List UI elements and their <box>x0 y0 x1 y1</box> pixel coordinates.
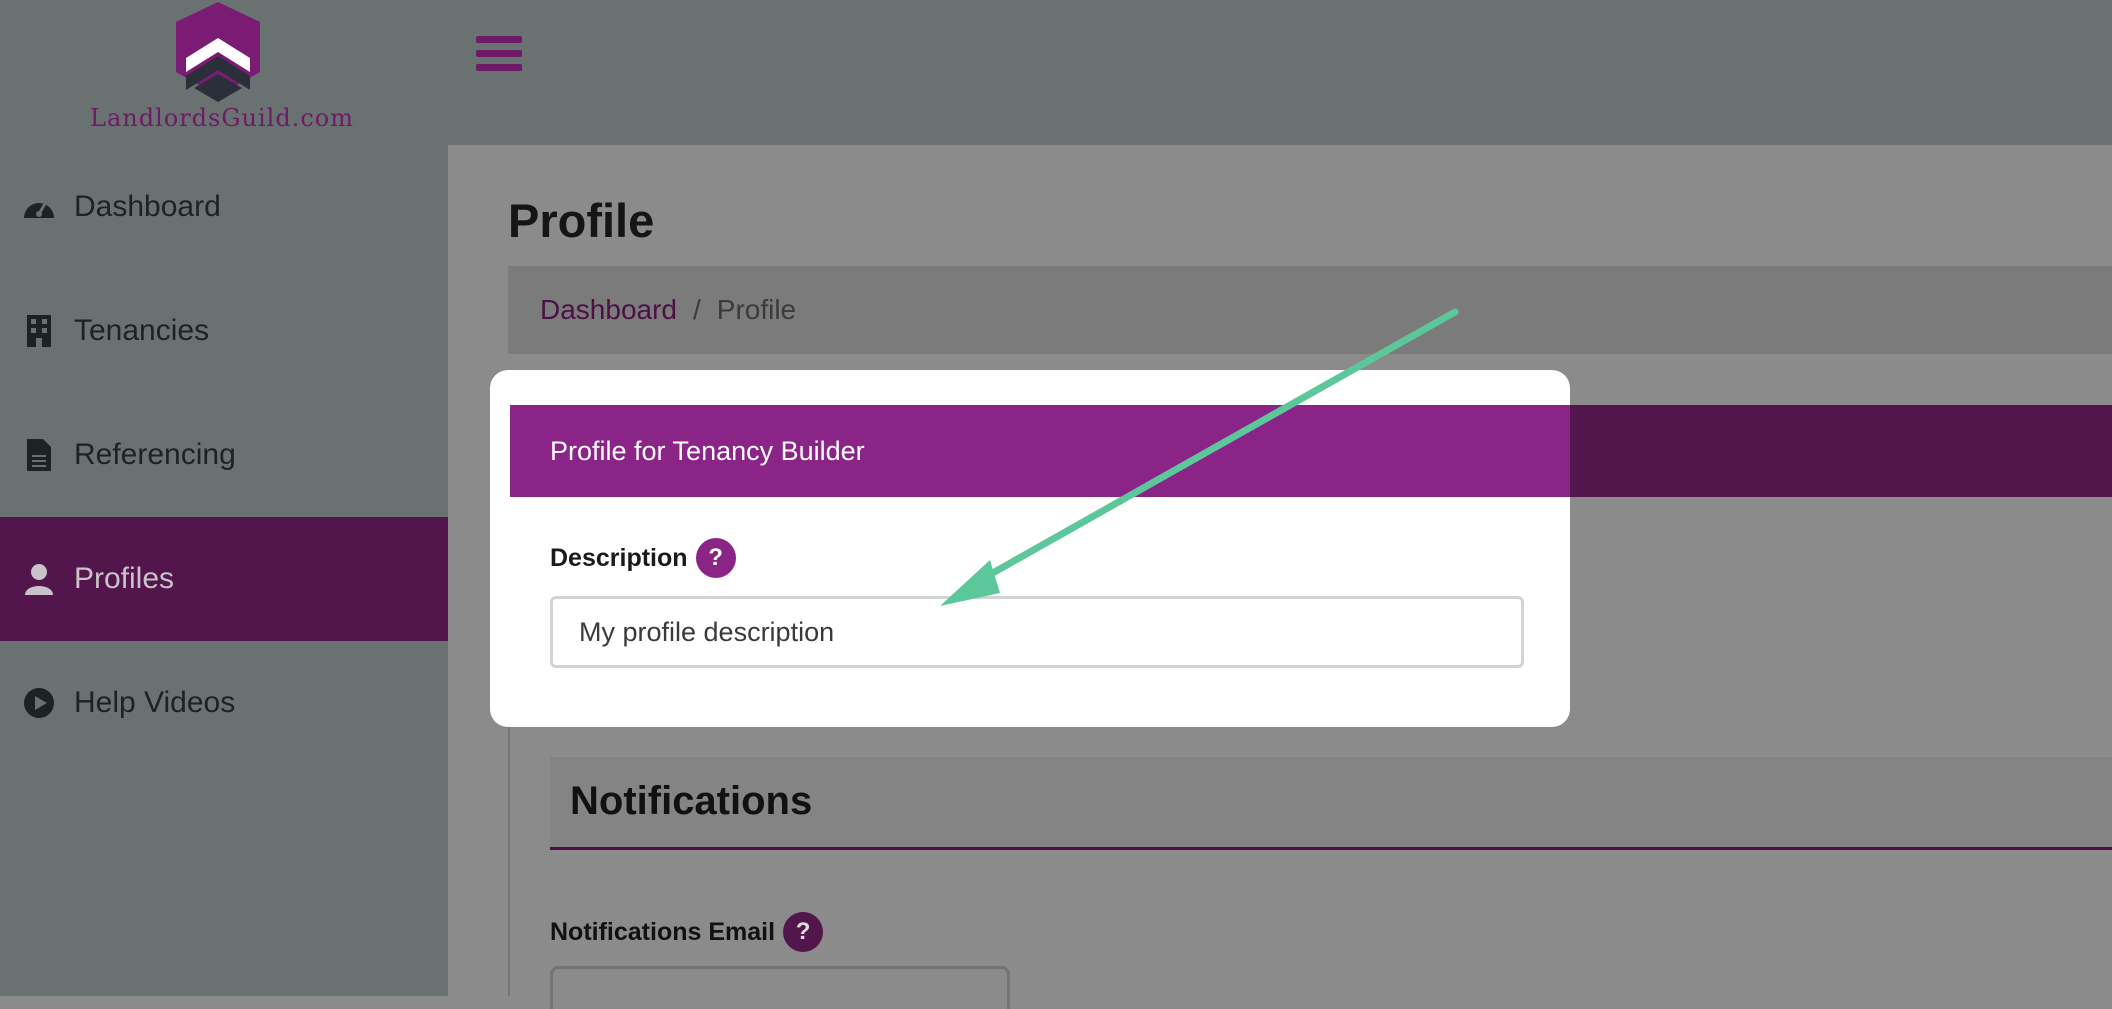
sidebar-item-label: Help Videos <box>74 686 236 719</box>
logo[interactable]: LandlordsGuild.com <box>90 0 354 140</box>
highlighted-card: Profile for Tenancy Builder Description … <box>490 370 1570 727</box>
breadcrumb-dashboard-link[interactable]: Dashboard <box>540 294 677 326</box>
top-bar <box>448 0 2112 145</box>
card-header: Profile for Tenancy Builder <box>510 405 1570 497</box>
user-icon <box>22 562 56 596</box>
dashboard-gauge-icon <box>22 190 56 224</box>
sidebar-item-dashboard[interactable]: Dashboard <box>0 145 448 269</box>
logo-mark-icon <box>176 2 260 102</box>
description-input[interactable] <box>550 596 1524 668</box>
sidebar-item-label: Referencing <box>74 438 236 471</box>
sidebar-item-label: Profiles <box>74 562 175 595</box>
hamburger-icon[interactable] <box>476 36 522 78</box>
notifications-email-label-text: Notifications Email <box>550 917 776 946</box>
notifications-heading: Notifications <box>570 779 813 823</box>
logo-text: LandlordsGuild.com <box>90 104 354 132</box>
document-icon <box>22 438 56 472</box>
description-label: Description ? <box>550 538 736 578</box>
help-icon[interactable]: ? <box>783 912 824 952</box>
sidebar-item-referencing[interactable]: Referencing <box>0 393 448 517</box>
sidebar-item-profiles[interactable]: Profiles <box>0 517 448 641</box>
card-border <box>508 727 510 996</box>
sidebar-item-label: Dashboard <box>74 190 221 223</box>
notifications-email-label: Notifications Email ? <box>550 912 824 952</box>
breadcrumb-separator: / <box>692 294 701 325</box>
play-circle-icon <box>22 686 56 720</box>
sidebar-item-tenancies[interactable]: Tenancies <box>0 269 448 393</box>
sidebar-item-help-videos[interactable]: Help Videos <box>0 641 448 765</box>
building-icon <box>22 314 56 348</box>
card-header-title: Profile for Tenancy Builder <box>550 435 865 466</box>
sidebar-item-label: Tenancies <box>74 314 210 347</box>
notifications-section-header: Notifications <box>550 757 2112 850</box>
notifications-email-field[interactable] <box>550 966 1010 1009</box>
card-header-background <box>1570 405 2112 497</box>
help-icon[interactable]: ? <box>695 538 736 578</box>
breadcrumb: Dashboard / Profile <box>508 266 2112 354</box>
sidebar: LandlordsGuild.com Dashboard Tenancies R… <box>0 0 448 996</box>
description-label-text: Description <box>550 543 688 572</box>
page-title: Profile <box>508 194 655 247</box>
breadcrumb-current: Profile <box>716 294 797 325</box>
